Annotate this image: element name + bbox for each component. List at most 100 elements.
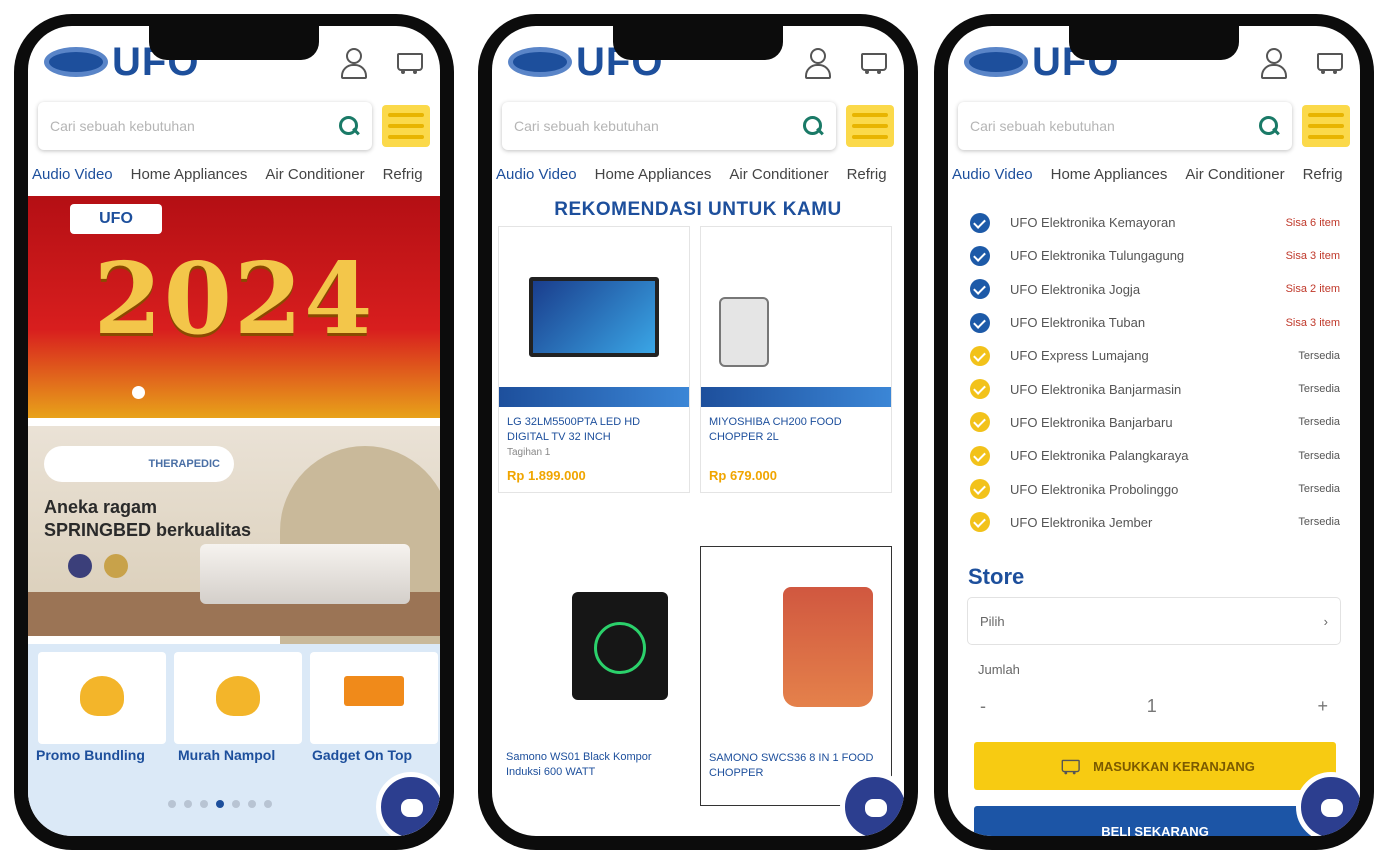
product-card[interactable]: LG 32LM5500PTA LED HD DIGITAL TV 32 INCH… (498, 226, 690, 493)
store-stock: Tersedia (1298, 349, 1340, 362)
user-icon[interactable] (1258, 47, 1288, 79)
add-to-cart-button[interactable]: MASUKKAN KERANJANG (974, 742, 1336, 790)
promo-label[interactable]: Gadget On Top (312, 748, 412, 762)
store-name: UFO Elektronika Banjarmasin (1010, 381, 1182, 397)
search-input[interactable]: Cari sebuah kebutuhan (958, 102, 1292, 150)
tab-audio-video[interactable]: Audio Video (952, 166, 1033, 183)
product-name: Samono WS01 Black Kompor Induksi 600 WAT… (506, 751, 652, 779)
quantity-value[interactable]: 1 (1147, 696, 1157, 717)
tab-refrigerator[interactable]: Refrig (383, 166, 423, 183)
store-name: UFO Elektronika Jember (1010, 514, 1153, 530)
product-stripe (499, 387, 689, 407)
phone-home: UFO Cari sebuah kebutuhan Audio Video Ho… (14, 14, 454, 850)
product-image (701, 227, 891, 407)
promo-label[interactable]: Promo Bundling (36, 748, 145, 762)
cart-icon[interactable] (1314, 47, 1344, 77)
check-circle-icon (970, 312, 990, 333)
tab-air-conditioner[interactable]: Air Conditioner (729, 166, 828, 183)
blender-image (783, 587, 873, 707)
tab-air-conditioner[interactable]: Air Conditioner (1185, 166, 1284, 183)
cart-icon[interactable] (394, 47, 424, 77)
product-image (499, 227, 689, 407)
quantity-increase-button[interactable]: + (1317, 696, 1328, 717)
tab-audio-video[interactable]: Audio Video (496, 166, 577, 183)
phone-notch (613, 26, 783, 60)
promo-label[interactable]: Murah Nampol (178, 748, 275, 762)
user-icon[interactable] (338, 47, 368, 79)
quantity-decrease-button[interactable]: - (980, 696, 986, 717)
buy-now-label: BELI SEKARANG (1101, 823, 1209, 837)
add-to-cart-label: MASUKKAN KERANJANG (1093, 758, 1255, 774)
tab-air-conditioner[interactable]: Air Conditioner (265, 166, 364, 183)
store-select[interactable]: Pilih › (968, 598, 1340, 644)
store-stock: Tersedia (1298, 516, 1340, 529)
quantity-stepper[interactable]: - 1 + (968, 682, 1340, 730)
search-input[interactable]: Cari sebuah kebutuhan (502, 102, 836, 150)
store-stock: Tersedia (1298, 483, 1340, 496)
product-card[interactable]: MIYOSHIBA CH200 FOOD CHOPPER 2L Rp 679.0… (700, 226, 892, 493)
product-card[interactable]: Samono WS01 Black Kompor Induksi 600 WAT… (498, 546, 690, 804)
store-row: UFO Elektronika Jember Tersedia (948, 506, 1360, 539)
promo-card-bundling[interactable] (38, 652, 166, 744)
tab-home-appliances[interactable]: Home Appliances (131, 166, 248, 183)
store-name: UFO Elektronika Kemayoran (1010, 215, 1176, 231)
store-name: UFO Elektronika Banjarbaru (1010, 414, 1173, 430)
home-screen: UFO Cari sebuah kebutuhan Audio Video Ho… (28, 26, 440, 836)
product-card[interactable]: SAMONO SWCS36 8 IN 1 FOOD CHOPPER (700, 546, 892, 806)
chat-icon[interactable] (840, 772, 904, 836)
chat-icon[interactable] (1296, 772, 1360, 836)
category-tabs: Audio Video Home Appliances Air Conditio… (948, 156, 1360, 192)
chevron-down-icon: › (1323, 613, 1328, 629)
promo-card-murah[interactable] (174, 652, 302, 744)
product-price: Rp 1.899.000 (507, 468, 586, 483)
springbed-banner[interactable]: THERAPEDIC Aneka ragam SPRINGBED berkual… (28, 426, 440, 646)
tab-refrigerator[interactable]: Refrig (847, 166, 887, 183)
menu-icon[interactable] (846, 105, 894, 147)
carousel-dots[interactable] (168, 800, 272, 808)
tab-audio-video[interactable]: Audio Video (32, 166, 113, 183)
ufo-logo-disc (44, 47, 108, 77)
store-row: UFO Elektronika Jogja Sisa 2 item (948, 273, 1360, 306)
recommendation-screen: UFO Cari sebuah kebutuhan Audio Video Ho… (492, 26, 904, 836)
menu-icon[interactable] (382, 105, 430, 147)
check-circle-icon (970, 512, 990, 533)
chat-icon[interactable] (376, 772, 440, 836)
ufo-logo-disc (508, 47, 572, 77)
check-circle-icon (970, 445, 990, 466)
store-availability-list: UFO Elektronika Kemayoran Sisa 6 item UFO … (948, 206, 1360, 539)
store-row: UFO Elektronika Probolinggo Tersedia (948, 472, 1360, 505)
check-circle-icon (970, 212, 990, 233)
store-name: UFO Elektronika Probolinggo (1010, 481, 1179, 497)
check-circle-icon (970, 345, 990, 366)
product-image (701, 547, 891, 743)
store-name: UFO Elektronika Tuban (1010, 315, 1146, 331)
cart-icon[interactable] (858, 47, 888, 77)
search-icon[interactable] (802, 115, 824, 137)
tab-home-appliances[interactable]: Home Appliances (595, 166, 712, 183)
new-year-banner[interactable]: UFO 2024 (28, 196, 440, 418)
search-placeholder: Cari sebuah kebutuhan (50, 118, 195, 134)
check-circle-icon (970, 412, 990, 433)
headline-line-1: Aneka ragam (44, 497, 158, 517)
search-placeholder: Cari sebuah kebutuhan (514, 118, 659, 134)
search-input[interactable]: Cari sebuah kebutuhan (38, 102, 372, 150)
ufo-logo-disc (964, 47, 1028, 77)
search-placeholder: Cari sebuah kebutuhan (970, 118, 1115, 134)
buy-now-button[interactable]: BELI SEKARANG (974, 806, 1336, 836)
store-name: UFO Elektronika Tulungagung (1010, 248, 1185, 264)
user-icon[interactable] (802, 47, 832, 79)
search-icon[interactable] (338, 115, 360, 137)
tab-home-appliances[interactable]: Home Appliances (1051, 166, 1168, 183)
tab-refrigerator[interactable]: Refrig (1303, 166, 1343, 183)
store-row: UFO Elektronika Kemayoran Sisa 6 item (948, 206, 1360, 239)
carousel-dot[interactable] (132, 386, 145, 399)
store-row: UFO Elektronika Palangkaraya Tersedia (948, 439, 1360, 472)
menu-icon[interactable] (1302, 105, 1350, 147)
phone-product-detail: UFO Cari sebuah kebutuhan Audio Video Ho… (934, 14, 1374, 850)
phone-notch (1069, 26, 1239, 60)
product-price: Rp 679.000 (709, 468, 777, 483)
section-title: REKOMENDASI UNTUK KAMU (554, 199, 842, 220)
promo-card-gadget[interactable] (310, 652, 438, 744)
store-stock: Tersedia (1298, 383, 1340, 396)
search-icon[interactable] (1258, 115, 1280, 137)
